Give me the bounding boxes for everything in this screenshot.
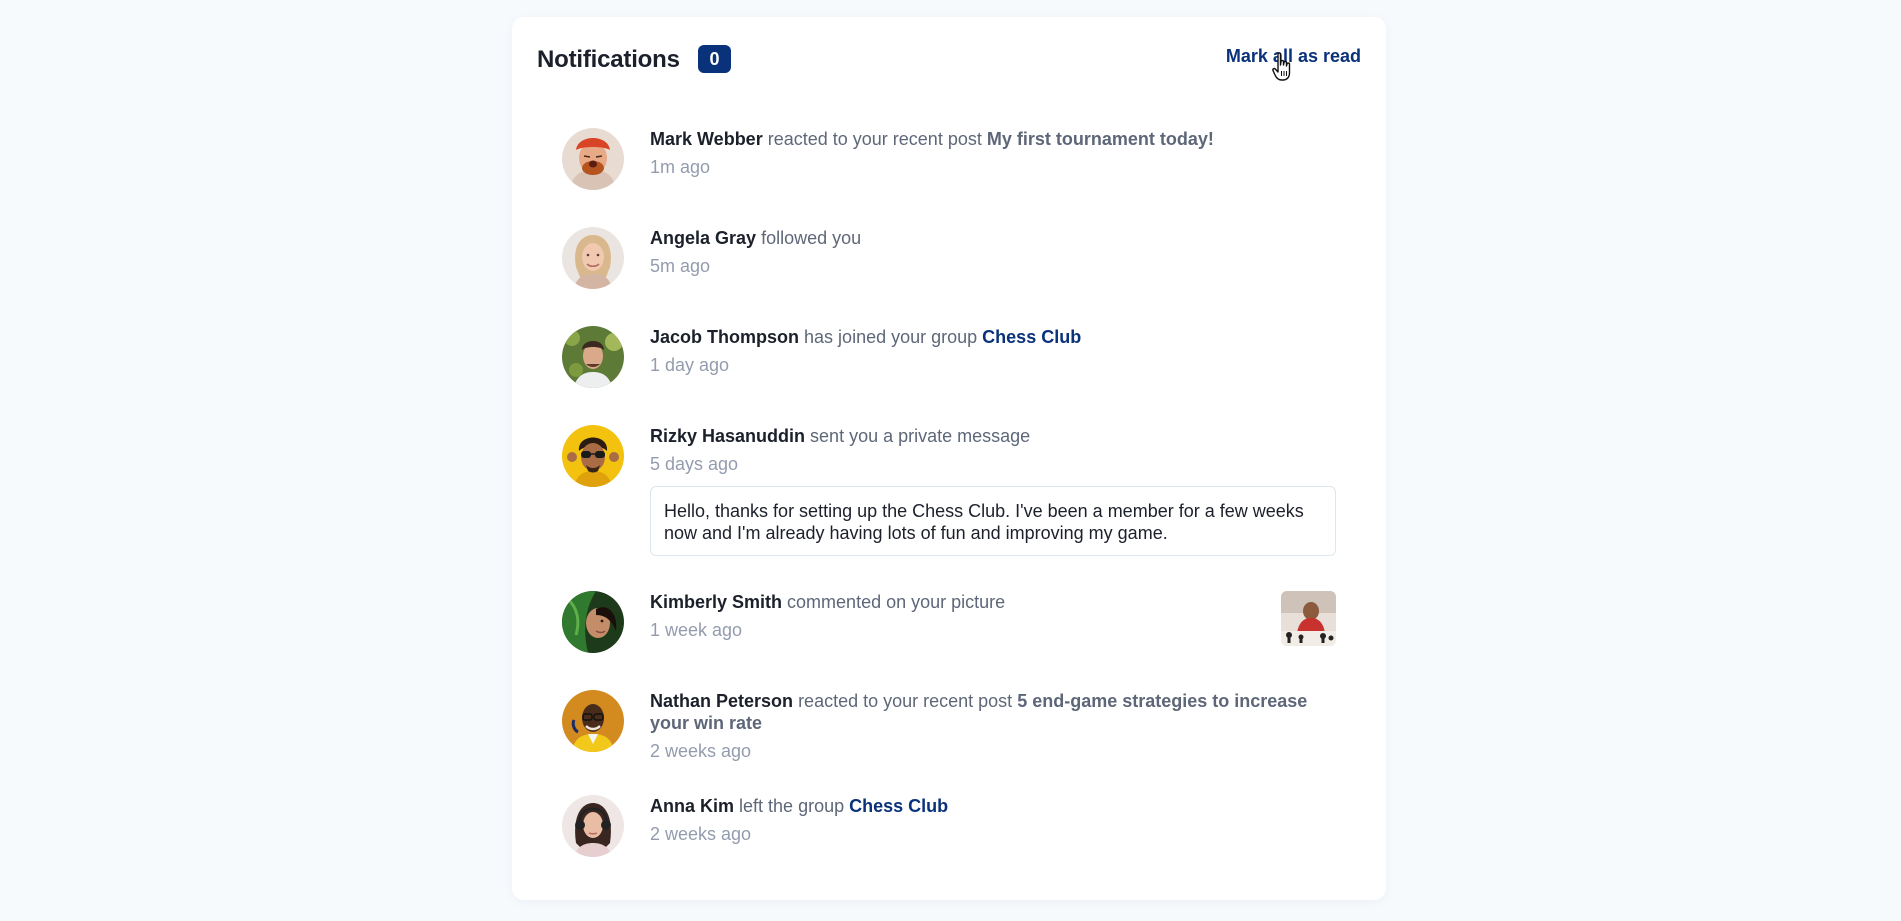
avatar[interactable] — [562, 326, 624, 388]
notification-text: Mark Webber reacted to your recent post … — [650, 128, 1336, 150]
page-title: Notifications — [537, 46, 680, 73]
user-name[interactable]: Jacob Thompson — [650, 327, 799, 347]
hand-cursor-icon — [1272, 52, 1291, 81]
notification-item[interactable]: Anna Kim left the group Chess Club 2 wee… — [562, 795, 1336, 865]
notification-content: Nathan Peterson reacted to your recent p… — [650, 690, 1336, 762]
notification-action: sent you a private message — [810, 426, 1031, 446]
notifications-header: Notifications 0 Mark all as read — [537, 42, 1361, 82]
notification-item[interactable]: Rizky Hasanuddin sent you a private mess… — [562, 425, 1336, 591]
notification-text: Kimberly Smith commented on your picture — [650, 591, 1336, 613]
user-name[interactable]: Kimberly Smith — [650, 592, 782, 612]
group-link[interactable]: Chess Club — [982, 327, 1081, 347]
notification-time: 1 day ago — [650, 355, 730, 375]
notification-item[interactable]: Jacob Thompson has joined your group Che… — [562, 326, 1336, 425]
notification-action: has joined your group — [804, 327, 978, 347]
notification-content: Kimberly Smith commented on your picture… — [650, 591, 1336, 641]
notification-item[interactable]: Mark Webber reacted to your recent post … — [562, 128, 1336, 227]
avatar[interactable] — [562, 128, 624, 190]
notification-content: Angela Gray followed you 5m ago — [650, 227, 1336, 277]
notification-text: Angela Gray followed you — [650, 227, 1336, 249]
notification-time: 2 weeks ago — [650, 741, 752, 761]
notification-time: 1 week ago — [650, 620, 743, 640]
avatar[interactable] — [562, 795, 624, 857]
user-name[interactable]: Rizky Hasanuddin — [650, 426, 805, 446]
private-message[interactable]: Hello, thanks for setting up the Chess C… — [650, 486, 1336, 556]
notification-content: Jacob Thompson has joined your group Che… — [650, 326, 1336, 376]
group-link[interactable]: Chess Club — [849, 796, 948, 816]
unread-count-badge: 0 — [698, 45, 731, 73]
user-name[interactable]: Nathan Peterson — [650, 691, 793, 711]
notification-text: Rizky Hasanuddin sent you a private mess… — [650, 425, 1336, 447]
notification-content: Rizky Hasanuddin sent you a private mess… — [650, 425, 1336, 556]
user-name[interactable]: Angela Gray — [650, 228, 756, 248]
avatar[interactable] — [562, 425, 624, 487]
user-name[interactable]: Mark Webber — [650, 129, 763, 149]
notification-action: reacted to your recent post — [798, 691, 1013, 711]
avatar[interactable] — [562, 591, 624, 653]
notification-action: reacted to your recent post — [767, 129, 982, 149]
notification-text: Nathan Peterson reacted to your recent p… — [650, 690, 1336, 734]
notification-item[interactable]: Nathan Peterson reacted to your recent p… — [562, 690, 1336, 795]
notification-time: 2 weeks ago — [650, 824, 752, 844]
notification-text: Anna Kim left the group Chess Club — [650, 795, 1336, 817]
notification-content: Anna Kim left the group Chess Club 2 wee… — [650, 795, 1336, 845]
post-link[interactable]: My first tournament today! — [987, 129, 1214, 149]
notification-time: 5m ago — [650, 256, 711, 276]
notification-content: Mark Webber reacted to your recent post … — [650, 128, 1336, 178]
notification-item[interactable]: Angela Gray followed you 5m ago — [562, 227, 1336, 326]
user-name[interactable]: Anna Kim — [650, 796, 734, 816]
avatar[interactable] — [562, 227, 624, 289]
notification-time: 1m ago — [650, 157, 711, 177]
notification-action: followed you — [761, 228, 862, 248]
notification-list: Mark Webber reacted to your recent post … — [562, 128, 1336, 865]
notification-item[interactable]: Kimberly Smith commented on your picture… — [562, 591, 1336, 690]
avatar[interactable] — [562, 690, 624, 752]
notification-action: left the group — [739, 796, 845, 816]
notification-action: commented on your picture — [787, 592, 1006, 612]
notifications-card: Notifications 0 Mark all as read Mark We… — [512, 17, 1386, 900]
notification-text: Jacob Thompson has joined your group Che… — [650, 326, 1336, 348]
notification-time: 5 days ago — [650, 454, 739, 474]
commented-picture-thumbnail[interactable] — [1281, 591, 1336, 646]
